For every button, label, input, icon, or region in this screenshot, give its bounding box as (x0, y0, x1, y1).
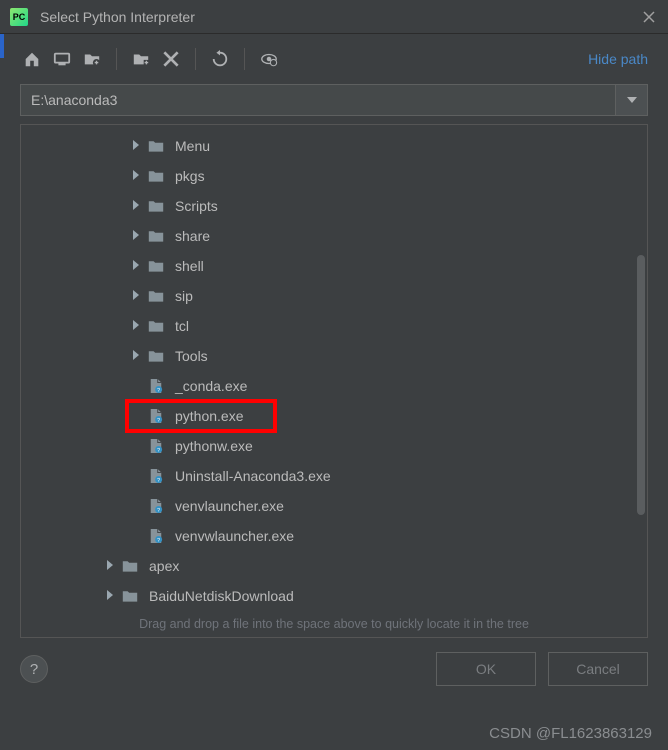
tree-row[interactable]: pkgs (21, 161, 647, 191)
folder-icon (147, 318, 165, 334)
tree-item-label: sip (175, 288, 193, 304)
folder-icon (147, 348, 165, 364)
svg-text:?: ? (157, 418, 160, 424)
path-input[interactable] (20, 84, 616, 116)
home-icon[interactable] (20, 47, 44, 71)
tree-item-label: BaiduNetdiskDownload (149, 588, 294, 604)
new-folder-icon[interactable] (129, 47, 153, 71)
left-accent (0, 34, 4, 58)
close-button[interactable] (640, 8, 658, 26)
chevron-right-icon[interactable] (103, 560, 117, 573)
file-icon: ? (147, 408, 165, 424)
chevron-right-icon[interactable] (129, 200, 143, 213)
chevron-right-icon[interactable] (129, 140, 143, 153)
folder-icon (121, 588, 139, 604)
tree-hint: Drag and drop a file into the space abov… (21, 617, 647, 631)
tree-row[interactable]: ? venvlauncher.exe (21, 491, 647, 521)
tree-item-label: apex (149, 558, 179, 574)
path-dropdown-button[interactable] (616, 84, 648, 116)
tree-row[interactable]: BaiduNetdiskDownload (21, 581, 647, 605)
toolbar-separator (116, 48, 117, 70)
file-icon: ? (147, 468, 165, 484)
svg-text:?: ? (157, 538, 160, 544)
tree-item-label: Uninstall-Anaconda3.exe (175, 468, 331, 484)
tree-row[interactable]: share (21, 221, 647, 251)
file-icon: ? (147, 528, 165, 544)
svg-text:?: ? (157, 448, 160, 454)
chevron-right-icon[interactable] (129, 350, 143, 363)
folder-icon (147, 288, 165, 304)
toolbar: Hide path (0, 34, 668, 84)
folder-icon (147, 138, 165, 154)
pycharm-icon: PC (10, 8, 28, 26)
tree-row[interactable]: shell (21, 251, 647, 281)
tree-row[interactable]: ? _conda.exe (21, 371, 647, 401)
tree-row[interactable]: Scripts (21, 191, 647, 221)
tree-item-label: Scripts (175, 198, 218, 214)
folder-icon (121, 558, 139, 574)
tree-row[interactable]: Tools (21, 341, 647, 371)
tree-item-label: Menu (175, 138, 210, 154)
tree-row[interactable]: ? pythonw.exe (21, 431, 647, 461)
path-row (0, 84, 668, 116)
folder-icon (147, 228, 165, 244)
chevron-right-icon[interactable] (129, 230, 143, 243)
show-hidden-icon[interactable] (257, 47, 281, 71)
scrollbar-thumb[interactable] (637, 255, 645, 515)
ok-button[interactable]: OK (436, 652, 536, 686)
file-icon: ? (147, 498, 165, 514)
tree-item-label: _conda.exe (175, 378, 247, 394)
tree-row[interactable]: ? Uninstall-Anaconda3.exe (21, 461, 647, 491)
chevron-right-icon[interactable] (129, 170, 143, 183)
svg-text:?: ? (157, 388, 160, 394)
chevron-right-icon[interactable] (129, 260, 143, 273)
cancel-button[interactable]: Cancel (548, 652, 648, 686)
desktop-icon[interactable] (50, 47, 74, 71)
tree-row[interactable]: apex (21, 551, 647, 581)
tree-item-label: shell (175, 258, 204, 274)
tree-row[interactable]: sip (21, 281, 647, 311)
folder-icon (147, 198, 165, 214)
tree-item-label: pkgs (175, 168, 205, 184)
tree-item-label: venvlauncher.exe (175, 498, 284, 514)
tree-item-label: share (175, 228, 210, 244)
chevron-right-icon[interactable] (103, 590, 117, 603)
tree-row[interactable]: ? python.exe (21, 401, 647, 431)
toolbar-separator (244, 48, 245, 70)
folder-icon (147, 168, 165, 184)
tree-item-label: python.exe (175, 408, 244, 424)
watermark: CSDN @FL1623863129 (489, 725, 652, 742)
file-icon: ? (147, 438, 165, 454)
delete-icon[interactable] (159, 47, 183, 71)
chevron-right-icon[interactable] (129, 290, 143, 303)
help-button[interactable]: ? (20, 655, 48, 683)
tree-row[interactable]: tcl (21, 311, 647, 341)
chevron-right-icon[interactable] (129, 320, 143, 333)
toolbar-separator (195, 48, 196, 70)
tree-item-label: pythonw.exe (175, 438, 253, 454)
tree-item-label: Tools (175, 348, 208, 364)
tree-item-label: venvwlauncher.exe (175, 528, 294, 544)
tree-container: Menu pkgs Scripts share shell sip tcl Tools? _co… (20, 124, 648, 638)
folder-icon (147, 258, 165, 274)
svg-text:?: ? (157, 508, 160, 514)
tree-row[interactable]: ? venvwlauncher.exe (21, 521, 647, 551)
file-tree[interactable]: Menu pkgs Scripts share shell sip tcl Tools? _co… (21, 125, 647, 605)
svg-text:?: ? (157, 478, 160, 484)
tree-row[interactable]: Menu (21, 131, 647, 161)
refresh-icon[interactable] (208, 47, 232, 71)
project-icon[interactable] (80, 47, 104, 71)
dialog-title: Select Python Interpreter (40, 9, 195, 25)
file-icon: ? (147, 378, 165, 394)
titlebar: PC Select Python Interpreter (0, 0, 668, 34)
hide-path-link[interactable]: Hide path (588, 51, 648, 67)
tree-item-label: tcl (175, 318, 189, 334)
dialog-buttons: ? OK Cancel (0, 638, 668, 686)
